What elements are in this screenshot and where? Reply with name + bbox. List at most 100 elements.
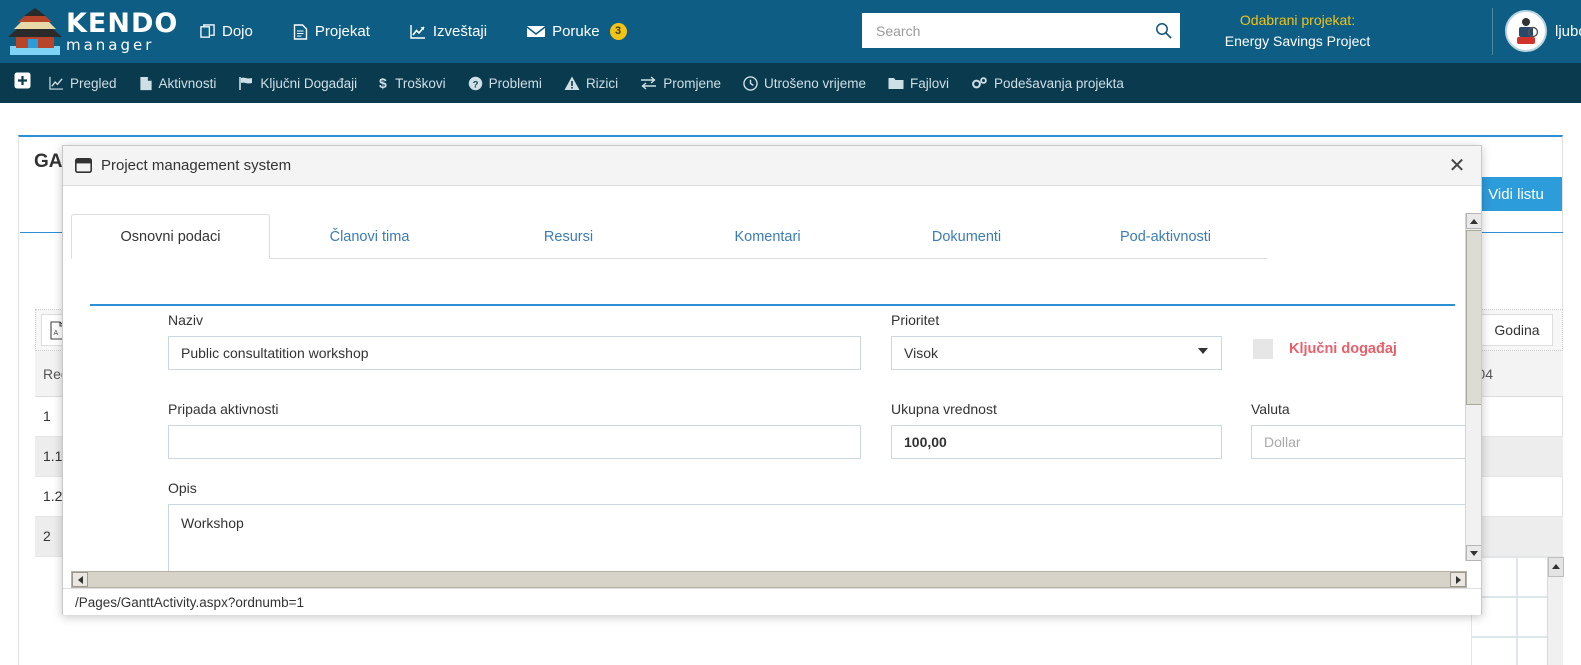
plus-circle-icon[interactable]	[14, 72, 31, 94]
row-number: 1	[43, 408, 51, 424]
subnav-item-utroseno-vrijeme[interactable]: Utrošeno vrijeme	[743, 76, 866, 91]
tab-pod-aktivnosti[interactable]: Pod-aktivnosti	[1066, 229, 1265, 258]
close-icon[interactable]: ✕	[1445, 154, 1469, 178]
field-pripada-aktivnosti: Pripada aktivnosti	[168, 401, 861, 459]
subnav-item-fajlovi-label: Fajlovi	[910, 75, 950, 91]
scroll-left-button[interactable]	[72, 572, 88, 587]
app-logo[interactable]: KENDO manager	[0, 0, 177, 63]
subnav-item-pregled[interactable]: Pregled	[49, 76, 117, 91]
nav-item-dojo-label: Dojo	[222, 23, 253, 40]
envelope-icon	[527, 26, 546, 37]
subnav-item-aktivnosti[interactable]: Aktivnosti	[139, 75, 217, 91]
svg-text:$: $	[379, 75, 387, 91]
subnav-item-rizici-label: Rizici	[585, 75, 619, 91]
chart-line-icon	[49, 76, 64, 90]
row-number: 1.1	[43, 448, 63, 464]
row-number: 1.2	[43, 488, 63, 504]
year-view-button[interactable]: Godina	[1481, 314, 1553, 346]
field-ukupna-vrednost-input[interactable]	[891, 425, 1222, 459]
subnav-item-troskovi[interactable]: $ Troškovi	[379, 75, 446, 91]
subnav-item-fajlovi[interactable]: Fajlovi	[888, 76, 949, 91]
logo-primary-text: KENDO	[66, 8, 179, 39]
field-prioritet-value[interactable]	[891, 336, 1222, 370]
nav-item-poruke[interactable]: Poruke 3	[527, 23, 627, 40]
nav-item-poruke-label: Poruke	[552, 23, 600, 40]
user-name-label: ljubo	[1555, 22, 1581, 40]
scroll-down-button[interactable]	[1466, 545, 1481, 561]
field-naziv-label: Naziv	[168, 312, 204, 328]
nav-item-izvestaji[interactable]: Izveštaji	[410, 23, 487, 40]
field-prioritet-select[interactable]	[891, 336, 1222, 370]
avatar[interactable]	[1505, 10, 1547, 52]
question-circle-icon: ?	[468, 76, 482, 90]
chart-line-icon	[410, 25, 425, 39]
subnav-item-rizici[interactable]: Rizici	[564, 76, 618, 91]
kljucni-dogadjaj-label: Ključni događaj	[1289, 341, 1397, 357]
field-ukupna-vrednost: Ukupna vrednost	[891, 401, 1222, 459]
app-root: KENDO manager Dojo Projekat Izveštaji Po…	[0, 0, 1581, 665]
field-pripada-aktivnosti-input[interactable]	[168, 425, 861, 459]
document-icon	[293, 23, 308, 40]
dollar-icon: $	[379, 75, 387, 91]
scrollbar-thumb[interactable]	[89, 572, 1311, 587]
subnav-item-aktivnosti-label: Aktivnosti	[158, 75, 217, 91]
view-list-button[interactable]: Vidi listu	[1470, 177, 1562, 211]
field-opis-label: Opis	[168, 480, 197, 496]
subnav-item-pregled-label: Pregled	[70, 75, 117, 91]
tab-clanovi-tima[interactable]: Članovi tima	[270, 229, 469, 258]
project-nav-bar: Pregled Aktivnosti Ključni Događaji $ Tr…	[0, 63, 1581, 103]
kljucni-dogadjaj-checkbox[interactable]	[1253, 339, 1273, 359]
search-icon[interactable]	[1155, 22, 1172, 39]
subnav-item-podesavanja-projekta[interactable]: Podešavanja projekta	[971, 76, 1124, 91]
field-ukupna-vrednost-label: Ukupna vrednost	[891, 401, 997, 417]
header-divider	[1492, 8, 1493, 55]
modal-title: Project management system	[101, 157, 292, 174]
field-valuta: Valuta	[1251, 401, 1481, 459]
subnav-item-kljucni-dogadjaji[interactable]: Ključni Događaji	[238, 76, 357, 91]
nav-item-izvestaji-label: Izveštaji	[432, 23, 488, 40]
field-kljucni-dogadjaj: Ključni događaj	[1253, 312, 1397, 359]
field-naziv-input[interactable]	[168, 336, 861, 370]
tab-osnovni-podaci[interactable]: Osnovni podaci	[71, 214, 270, 259]
copy-icon	[200, 24, 215, 38]
modal-tabs: Osnovni podaci Članovi tima Resursi Kome…	[71, 213, 1267, 259]
field-naziv: Naziv	[168, 312, 861, 370]
panel-accent-line	[90, 304, 1455, 306]
subnav-item-problemi[interactable]: ? Problemi	[468, 76, 542, 91]
status-url-text: /Pages/GanttActivity.aspx?ordnumb=1	[75, 594, 304, 610]
field-valuta-label: Valuta	[1251, 401, 1290, 417]
scroll-right-button[interactable]	[1450, 572, 1466, 587]
search-input[interactable]	[874, 21, 1155, 40]
selected-project-label: Odabrani projekat:	[1239, 12, 1356, 28]
modal-vertical-scrollbar[interactable]	[1465, 213, 1481, 561]
nav-item-projekat[interactable]: Projekat	[293, 23, 370, 40]
user-menu[interactable]: ljubo	[1505, 10, 1581, 52]
tab-komentari[interactable]: Komentari	[668, 229, 867, 258]
subnav-item-troskovi-label: Troškovi	[395, 75, 446, 91]
subnav-item-podesavanja-projekta-label: Podešavanja projekta	[994, 75, 1124, 91]
pagoda-logo-icon	[8, 7, 62, 55]
flag-icon	[239, 76, 253, 90]
subnav-item-promjene[interactable]: Promjene	[640, 76, 721, 91]
warning-triangle-icon	[564, 76, 580, 90]
nav-item-projekat-label: Projekat	[314, 23, 370, 40]
row-number: 2	[43, 528, 51, 544]
modal-horizontal-scrollbar[interactable]	[71, 571, 1467, 588]
logo-secondary-text: manager	[66, 36, 155, 54]
scroll-up-button[interactable]	[1466, 213, 1481, 229]
nav-item-dojo[interactable]: Dojo	[200, 23, 253, 40]
tab-dokumenti[interactable]: Dokumenti	[867, 229, 1066, 258]
svg-text:?: ?	[472, 79, 478, 89]
scrollbar-thumb[interactable]	[1548, 557, 1564, 577]
subnav-item-kljucni-dogadjaji-label: Ključni Događaji	[260, 75, 358, 91]
tab-resursi[interactable]: Resursi	[469, 229, 668, 258]
subnav-item-promjene-label: Promjene	[663, 75, 721, 91]
scrollbar-thumb[interactable]	[1466, 230, 1481, 405]
search-box[interactable]	[862, 13, 1180, 48]
field-prioritet: Prioritet	[891, 312, 1222, 370]
gantt-vertical-scrollbar[interactable]	[1547, 557, 1564, 665]
field-prioritet-label: Prioritet	[891, 312, 940, 328]
subnav-item-utroseno-vrijeme-label: Utrošeno vrijeme	[763, 75, 867, 91]
folder-icon	[888, 78, 904, 89]
field-valuta-input[interactable]	[1251, 425, 1481, 459]
